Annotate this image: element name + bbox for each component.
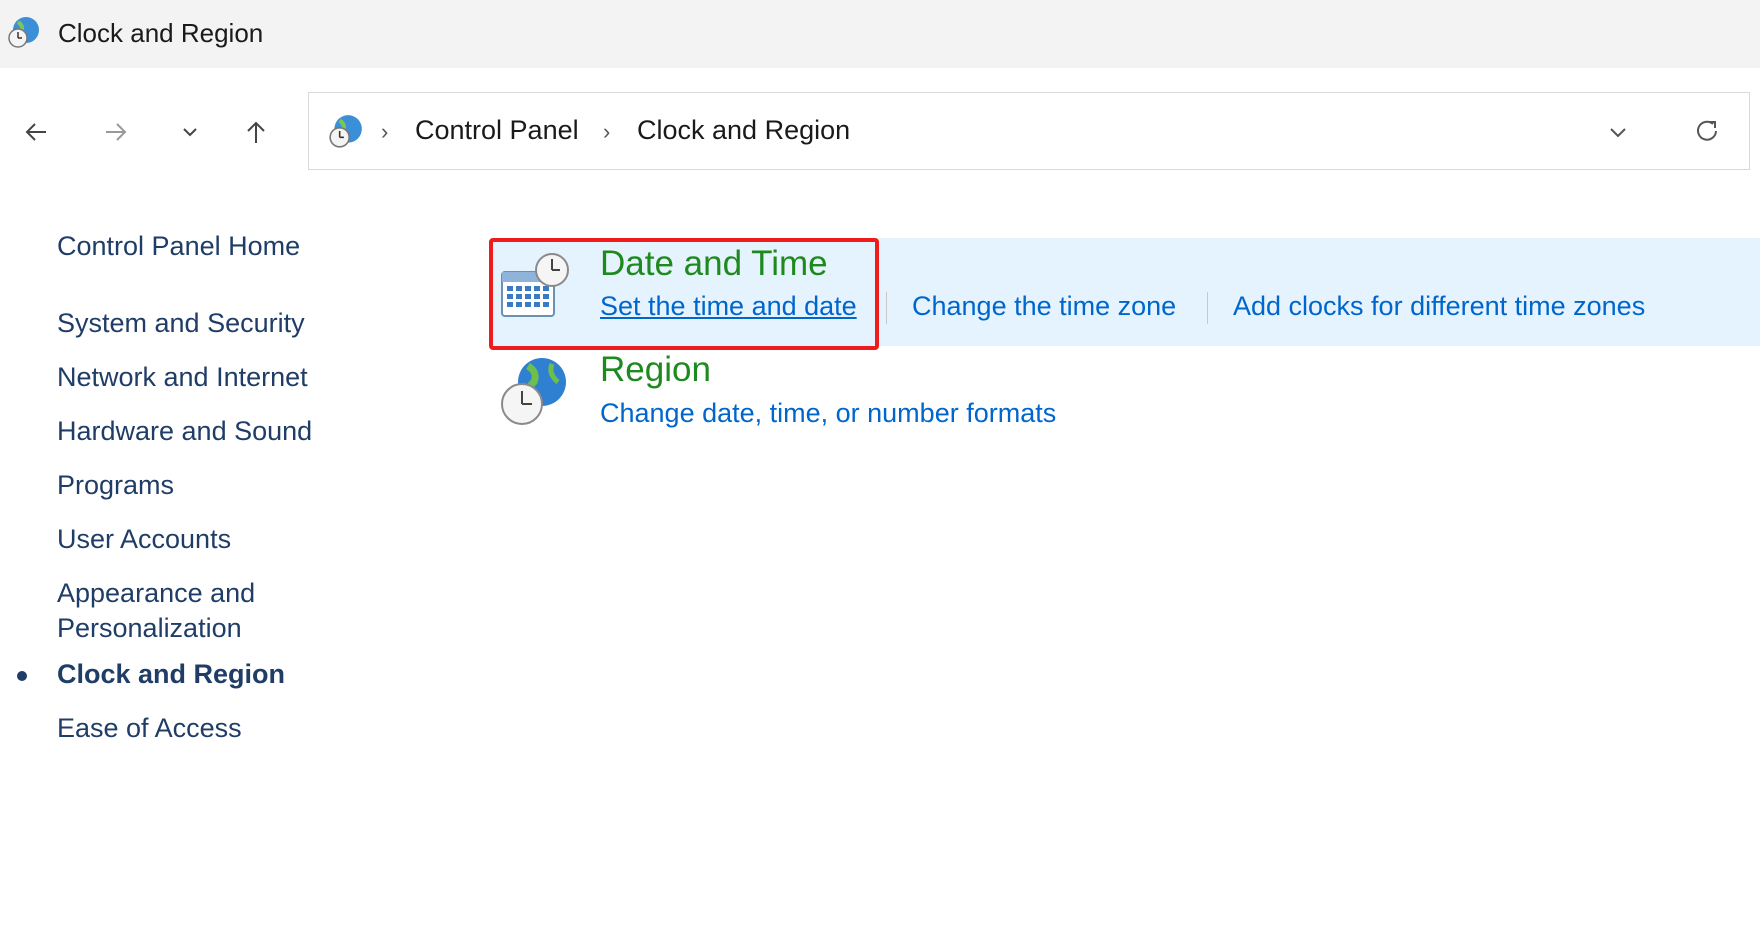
address-bar[interactable]: › Control Panel › Clock and Region xyxy=(308,92,1750,170)
back-button[interactable] xyxy=(16,112,56,152)
sidebar-item-ease-of-access[interactable]: Ease of Access xyxy=(57,711,242,746)
active-bullet-icon xyxy=(17,671,27,681)
region-globe-clock-icon[interactable] xyxy=(496,354,572,430)
sidebar-item-user-accounts[interactable]: User Accounts xyxy=(57,522,231,557)
sidebar-item-appearance-personalization[interactable]: Appearance and Personalization xyxy=(57,576,255,646)
sidebar-item-label-line2: Personalization xyxy=(57,613,242,643)
refresh-icon[interactable] xyxy=(1689,113,1725,149)
sidebar-item-system-security[interactable]: System and Security xyxy=(57,306,305,341)
link-separator xyxy=(1207,292,1208,324)
change-formats-link[interactable]: Change date, time, or number formats xyxy=(600,398,1056,429)
window-title: Clock and Region xyxy=(58,18,264,48)
sidebar-item-network-internet[interactable]: Network and Internet xyxy=(57,360,308,395)
title-bar: Clock and Region xyxy=(0,0,1760,68)
add-clocks-link[interactable]: Add clocks for different time zones xyxy=(1233,291,1645,322)
address-history-chevron-icon[interactable] xyxy=(1601,115,1635,149)
breadcrumb-control-panel[interactable]: Control Panel xyxy=(415,115,579,146)
up-button[interactable] xyxy=(236,112,276,152)
clock-region-globe-icon xyxy=(8,17,39,48)
arrow-up-icon xyxy=(247,121,265,143)
arrow-left-icon xyxy=(25,123,46,141)
region-title[interactable]: Region xyxy=(600,350,711,390)
annotation-highlight-box xyxy=(489,238,879,350)
sidebar-item-clock-region[interactable]: Clock and Region xyxy=(57,657,285,692)
link-separator xyxy=(886,292,887,324)
forward-button[interactable] xyxy=(96,112,136,152)
sidebar-item-label-line1: Appearance and xyxy=(57,578,256,608)
clock-region-globe-icon xyxy=(329,115,362,148)
breadcrumb-separator: › xyxy=(603,119,611,144)
sidebar-item-programs[interactable]: Programs xyxy=(57,468,174,503)
sidebar-item-control-panel-home[interactable]: Control Panel Home xyxy=(57,229,300,264)
chevron-down-icon xyxy=(183,128,197,137)
change-time-zone-link[interactable]: Change the time zone xyxy=(912,291,1176,322)
arrow-right-icon xyxy=(106,123,127,141)
breadcrumb-clock-and-region[interactable]: Clock and Region xyxy=(637,115,850,146)
sidebar-item-hardware-sound[interactable]: Hardware and Sound xyxy=(57,414,312,449)
breadcrumb-separator: › xyxy=(381,119,389,144)
recent-locations-button[interactable] xyxy=(170,112,210,152)
